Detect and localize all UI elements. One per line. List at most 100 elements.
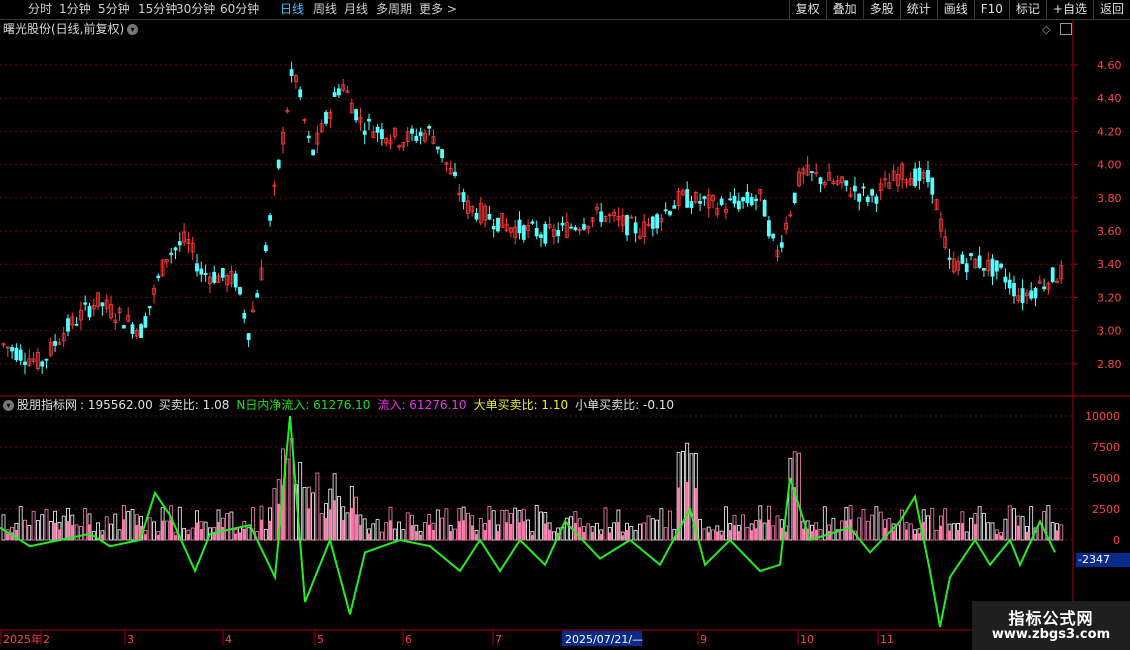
period-tab-5[interactable]: 60分钟: [220, 0, 259, 19]
volume-bar: [250, 507, 255, 541]
candle-body: [173, 247, 178, 251]
candle-body: [646, 224, 651, 227]
period-tab-3[interactable]: 15分钟: [138, 0, 177, 19]
toolbar-button-1[interactable]: 叠加: [825, 0, 863, 19]
candle-body: [569, 226, 573, 229]
volume-bar: [969, 517, 973, 541]
period-tab-4[interactable]: 30分钟: [176, 0, 215, 19]
candle-body: [616, 215, 621, 221]
period-tab-1[interactable]: 1分钟: [59, 0, 91, 19]
candle-body: [440, 149, 445, 159]
volume-bar: [831, 517, 836, 541]
candle-body: [392, 127, 397, 137]
volume-bar: [711, 529, 715, 541]
candle-body: [207, 276, 212, 284]
stock-title[interactable]: 曙光股份(日线,前复权) ▾: [3, 21, 139, 37]
volume-bar: [616, 509, 621, 541]
candle-body: [496, 217, 500, 232]
indicator-item-4: 小单买卖比: -0.10: [575, 398, 675, 412]
price-label: 3.20: [1097, 291, 1122, 304]
period-tab-6[interactable]: 日线: [280, 0, 304, 19]
volume-bar: [259, 505, 264, 541]
volume-bar-fill: [677, 487, 681, 540]
volume-bar: [332, 473, 337, 541]
toolbar-button-0[interactable]: 复权: [788, 0, 826, 19]
volume-bar-fill: [234, 533, 238, 540]
candle-body: [973, 258, 978, 269]
toolbar-button-5[interactable]: F10: [973, 0, 1009, 19]
toolbar-button-6[interactable]: 标记: [1008, 0, 1046, 19]
candle-body: [117, 308, 122, 314]
chevron-down-icon[interactable]: ▾: [127, 24, 139, 35]
volume-bar: [207, 527, 212, 541]
volume-bar: [328, 488, 333, 541]
period-tab-7[interactable]: 周线: [313, 0, 337, 19]
window-toggle-icon[interactable]: [1060, 23, 1072, 35]
volume-bar-fill: [720, 534, 724, 540]
volume-bar-fill: [573, 522, 577, 540]
volume-bar: [904, 522, 909, 541]
candle-body: [857, 193, 862, 202]
candle-body: [109, 304, 113, 319]
period-tab-10[interactable]: 更多 >: [419, 0, 457, 19]
volume-bar: [40, 514, 45, 541]
candle-body: [225, 275, 230, 286]
toolbar-button-3[interactable]: 统计: [899, 0, 937, 19]
candle-body: [27, 358, 32, 366]
candle-body: [177, 241, 182, 246]
period-tab-2[interactable]: 5分钟: [98, 0, 130, 19]
volume-bar: [685, 442, 690, 541]
chevron-down-icon[interactable]: ▾: [3, 400, 14, 411]
volume-bar: [547, 522, 552, 541]
toolbar-button-4[interactable]: 画线: [936, 0, 974, 19]
toolbar-button-7[interactable]: +自选: [1045, 0, 1093, 19]
volume-bar: [285, 458, 290, 541]
volume-bar: [384, 522, 389, 541]
indicator-line: [0, 415, 1056, 627]
volume-bar: [521, 508, 526, 541]
period-tab-0[interactable]: 分时: [28, 0, 52, 19]
volume-bar: [732, 514, 737, 541]
volume-bar: [143, 529, 148, 541]
candle-body: [246, 333, 251, 340]
candle-body: [465, 200, 470, 214]
candle-body: [711, 195, 715, 202]
candle-body: [272, 184, 277, 187]
candle-body: [134, 329, 139, 337]
diamond-icon[interactable]: ◇: [1042, 23, 1050, 36]
candle-body: [229, 271, 234, 284]
candle-body: [418, 131, 423, 137]
volume-bar: [397, 521, 402, 541]
candle-body: [762, 199, 767, 217]
toolbar-button-8[interactable]: 返回: [1092, 0, 1130, 19]
period-tab-8[interactable]: 月线: [344, 0, 368, 19]
indicator-axis-label: 5000: [1092, 472, 1120, 485]
candle-body: [818, 177, 823, 185]
volume-bar: [934, 529, 939, 541]
volume-bar: [289, 437, 294, 541]
price-label: 2.80: [1097, 358, 1122, 371]
volume-bar: [943, 508, 948, 541]
volume-bar: [354, 496, 359, 541]
candle-body: [577, 229, 582, 232]
volume-bar-fill: [268, 520, 272, 540]
candle-body: [10, 346, 15, 352]
candle-body: [689, 201, 694, 208]
candle-body: [582, 224, 586, 230]
volume-bar: [874, 506, 879, 541]
volume-bar-fill: [195, 522, 199, 540]
candle-body: [547, 223, 552, 228]
volume-bar: [762, 522, 767, 541]
period-tab-9[interactable]: 多周期: [376, 0, 412, 19]
volume-bar: [728, 523, 733, 541]
volume-bar: [57, 521, 62, 541]
toolbar-button-2[interactable]: 多股: [862, 0, 900, 19]
volume-bar: [883, 519, 887, 541]
kline-chart[interactable]: 4.60 4.40 4.20 4.00 3.80 3.60 3.40 3.20 3.00 2.80…: [0, 0, 1130, 650]
candle-body: [994, 260, 999, 272]
volume-bar: [186, 529, 191, 541]
candle-body: [681, 190, 685, 196]
volume-bar: [302, 487, 307, 541]
volume-bar-fill: [350, 507, 354, 540]
volume-bar: [771, 525, 776, 541]
